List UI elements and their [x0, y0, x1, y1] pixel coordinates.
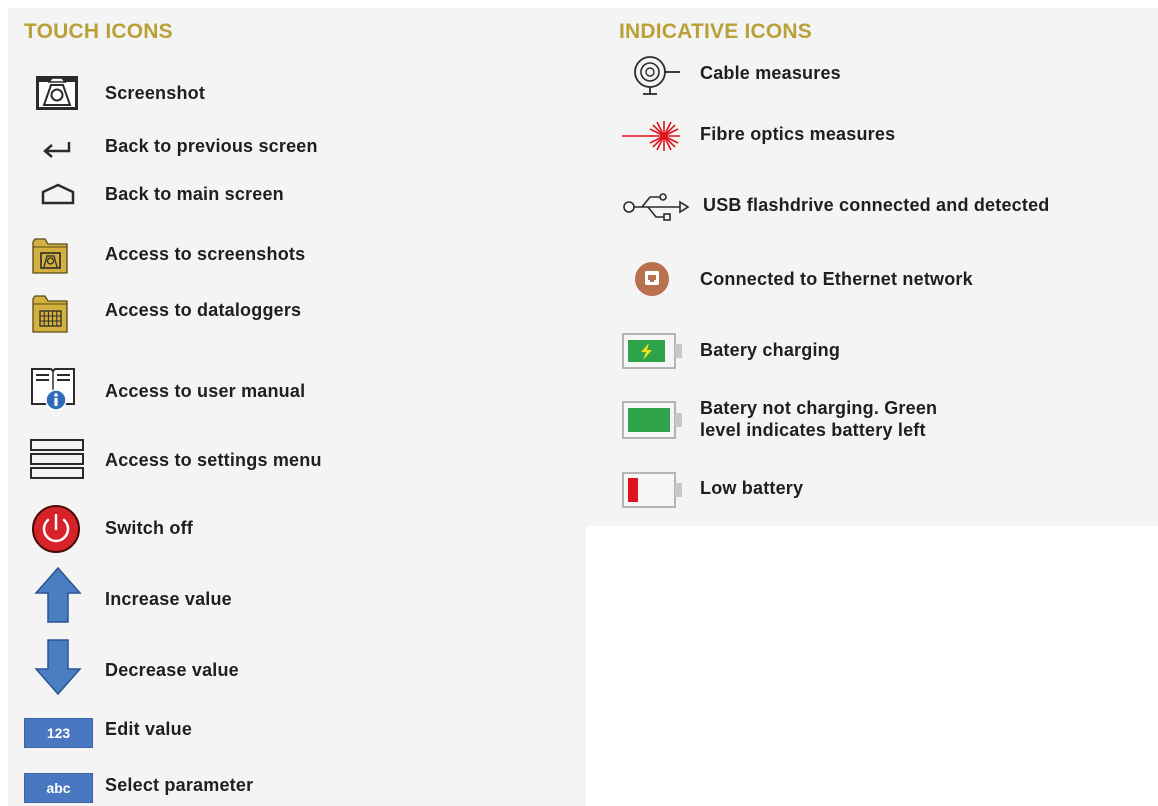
- battery-full-icon: [622, 401, 682, 439]
- camera-icon[interactable]: [35, 75, 79, 111]
- usb-icon: [623, 193, 690, 221]
- back-main-label: Back to main screen: [105, 184, 284, 204]
- screenshots-folder-icon[interactable]: [32, 236, 68, 274]
- battery-charging-label: Batery charging: [700, 340, 841, 360]
- battery-not-charging-label-line1: Batery not charging. Green: [700, 398, 938, 418]
- access-screenshots-label: Access to screenshots: [105, 244, 306, 264]
- indicative-icons-heading: INDICATIVE ICONS: [619, 20, 812, 43]
- decrease-value-label: Decrease value: [105, 660, 239, 680]
- back-previous-label: Back to previous screen: [105, 136, 318, 156]
- arrow-up-icon[interactable]: [34, 566, 82, 624]
- increase-value-label: Increase value: [105, 589, 232, 609]
- touch-icons-heading: TOUCH ICONS: [24, 20, 173, 43]
- power-icon[interactable]: [31, 504, 81, 554]
- return-arrow-icon[interactable]: [41, 138, 73, 160]
- datalogger-folder-icon[interactable]: [32, 293, 68, 333]
- select-parameter-icon[interactable]: abc: [24, 773, 93, 803]
- access-dataloggers-label: Access to dataloggers: [105, 300, 302, 320]
- battery-not-charging-label-line2: level indicates battery left: [700, 420, 926, 440]
- usb-label: USB flashdrive connected and detected: [703, 195, 1050, 215]
- low-battery-label: Low battery: [700, 478, 804, 498]
- cable-icon: [634, 56, 680, 95]
- screenshot-label: Screenshot: [105, 83, 206, 103]
- ethernet-label: Connected to Ethernet network: [700, 269, 973, 289]
- cable-measures-label: Cable measures: [700, 63, 841, 83]
- touch-icons-panel: [8, 8, 586, 806]
- edit-value-label: Edit value: [105, 719, 193, 739]
- battery-low-icon: [622, 472, 682, 508]
- user-manual-icon[interactable]: [30, 366, 76, 412]
- home-icon[interactable]: [40, 182, 76, 206]
- access-manual-label: Access to user manual: [105, 381, 306, 401]
- access-settings-label: Access to settings menu: [105, 450, 322, 470]
- ethernet-icon: [635, 262, 669, 296]
- arrow-down-icon[interactable]: [34, 638, 82, 696]
- laser-icon: [622, 121, 680, 151]
- select-parameter-label: Select parameter: [105, 775, 254, 795]
- menu-icon[interactable]: [30, 439, 84, 479]
- switch-off-label: Switch off: [105, 518, 193, 538]
- fibre-optics-label: Fibre optics measures: [700, 124, 896, 144]
- battery-charging-icon: [622, 333, 682, 369]
- edit-value-icon[interactable]: 123: [24, 718, 93, 748]
